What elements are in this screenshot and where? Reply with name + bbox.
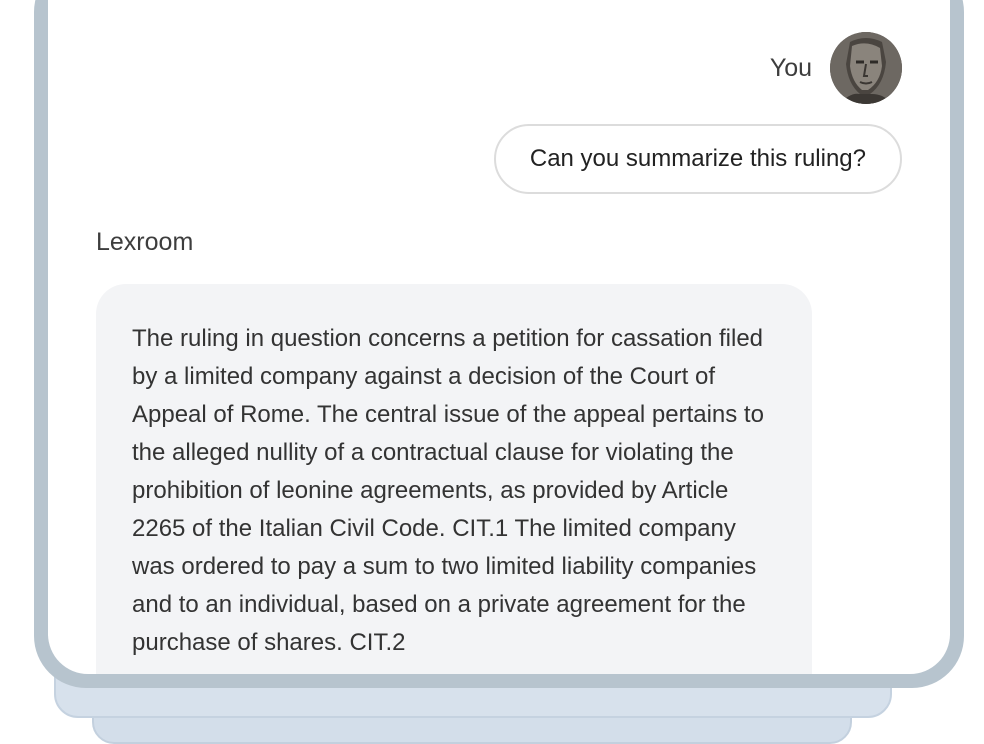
user-message-text: Can you summarize this ruling?: [529, 145, 866, 172]
assistant-message-text[interactable]: The ruling in question concerns a petiti…: [132, 320, 776, 662]
chat-screen[interactable]: You Can you summarize this ruling? Lexro…: [48, 0, 950, 674]
portrait-icon: [830, 32, 902, 104]
device-frame: You Can you summarize this ruling? Lexro…: [34, 0, 964, 688]
user-avatar-icon[interactable]: [830, 32, 902, 104]
assistant-name: Lexroom: [96, 228, 194, 256]
app-stage: You Can you summarize this ruling? Lexro…: [0, 0, 984, 744]
user-name: You: [769, 53, 812, 82]
assistant-message-bubble: The ruling in question concerns a petiti…: [96, 284, 812, 674]
user-message-bubble: Can you summarize this ruling?: [493, 124, 902, 194]
user-message-header: You: [770, 32, 902, 104]
